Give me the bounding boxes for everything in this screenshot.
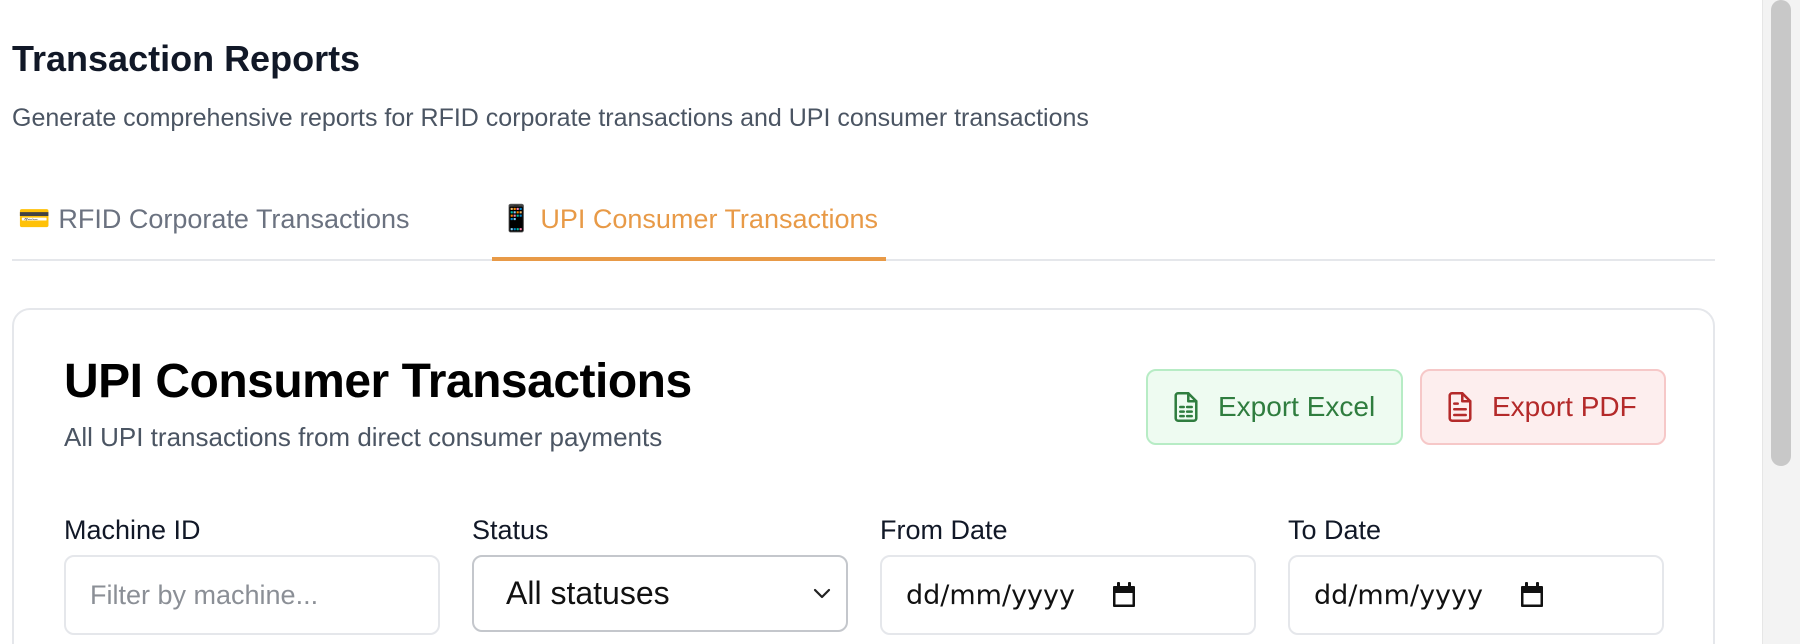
from-date-filter: From Date dd/mm/yyyy — [880, 515, 1256, 635]
mobile-phone-icon: 📱 — [500, 204, 533, 234]
to-date-label: To Date — [1288, 515, 1382, 545]
chevron-down-icon — [813, 588, 831, 598]
machine-id-filter: Machine ID — [64, 515, 440, 635]
status-select[interactable]: All statuses — [472, 555, 848, 632]
document-file-icon — [1448, 392, 1472, 422]
to-date-input[interactable]: dd/mm/yyyy — [1288, 555, 1664, 635]
tab-rfid-corporate-transactions[interactable]: 💳 RFID Corporate Transactions — [18, 204, 410, 259]
calendar-icon[interactable] — [1112, 582, 1136, 608]
calendar-icon[interactable] — [1520, 582, 1544, 608]
export-excel-label: Export Excel — [1218, 391, 1376, 422]
to-date-filter: To Date dd/mm/yyyy — [1288, 515, 1664, 635]
status-label: Status — [472, 515, 549, 545]
tab-label: RFID Corporate Transactions — [58, 204, 410, 234]
export-pdf-button[interactable]: Export PDF — [1420, 369, 1666, 445]
upi-transactions-card: UPI Consumer Transactions All UPI transa… — [12, 308, 1715, 644]
from-date-label: From Date — [880, 515, 1008, 545]
tab-upi-consumer-transactions[interactable]: 📱 UPI Consumer Transactions — [492, 204, 887, 261]
page-title: Transaction Reports — [12, 38, 361, 79]
machine-id-field — [64, 555, 440, 635]
report-tabs: 💳 RFID Corporate Transactions 📱 UPI Cons… — [12, 190, 1715, 261]
from-date-input[interactable]: dd/mm/yyyy — [880, 555, 1256, 635]
credit-card-icon: 💳 — [18, 204, 51, 234]
from-date-value: dd/mm/yyyy — [906, 579, 1075, 611]
card-subtitle: All UPI transactions from direct consume… — [64, 422, 663, 452]
to-date-value: dd/mm/yyyy — [1314, 579, 1483, 611]
machine-id-input[interactable] — [90, 579, 414, 611]
machine-id-label: Machine ID — [64, 515, 201, 545]
page-subtitle: Generate comprehensive reports for RFID … — [12, 104, 1089, 132]
tab-label: UPI Consumer Transactions — [540, 204, 879, 234]
card-title: UPI Consumer Transactions — [64, 355, 692, 408]
status-filter: Status All statuses — [472, 515, 848, 632]
vertical-scrollbar[interactable] — [1762, 0, 1800, 644]
scrollbar-thumb[interactable] — [1771, 0, 1791, 466]
export-excel-button[interactable]: Export Excel — [1146, 369, 1403, 445]
spreadsheet-file-icon — [1174, 392, 1198, 422]
status-selected-value: All statuses — [506, 575, 670, 611]
export-pdf-label: Export PDF — [1492, 391, 1637, 422]
